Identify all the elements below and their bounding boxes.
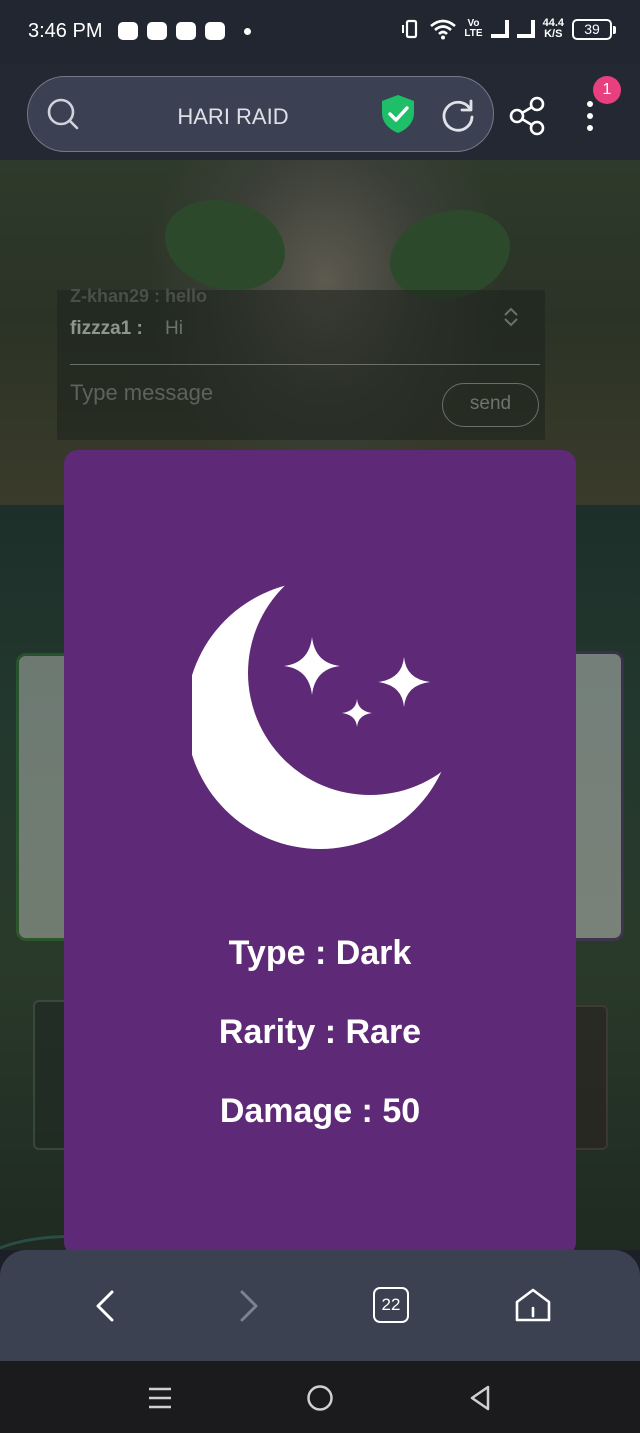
status-bar: 3:46 PM Vo LTE 44.4 K/S 39 xyxy=(0,0,640,64)
card-damage: Damage : 50 xyxy=(219,1092,421,1130)
signal-icon xyxy=(490,20,509,38)
youtube-icon xyxy=(205,22,225,40)
address-bar[interactable]: HARI RAID xyxy=(27,76,494,152)
snapchat-icon xyxy=(176,22,196,40)
chat-panel: Z-khan29 : hello fizzza1 : Hi Type messa… xyxy=(57,286,545,440)
system-status-icons: Vo LTE 44.4 K/S 39 xyxy=(400,17,616,40)
back-icon[interactable] xyxy=(92,1288,118,1324)
game-controller-icon xyxy=(118,22,138,40)
shield-check-icon[interactable] xyxy=(380,94,416,134)
chat-message: Hi xyxy=(165,318,183,339)
chat-username: fizzza1 : xyxy=(70,318,143,339)
battery-indicator: 39 xyxy=(572,18,616,40)
card-type: Type : Dark xyxy=(228,934,412,972)
menu-icon[interactable] xyxy=(580,96,600,136)
card-rarity: Rarity : Rare xyxy=(218,1013,422,1051)
system-navigation-bar xyxy=(0,1361,640,1433)
notification-badge: 1 xyxy=(593,76,621,104)
notification-icons xyxy=(118,22,251,40)
volte-label: Vo LTE xyxy=(464,18,483,39)
chat-divider xyxy=(70,364,540,365)
send-button[interactable]: send xyxy=(442,383,539,427)
more-dot-icon xyxy=(244,27,251,35)
card-details-modal: Type : Dark Rarity : Rare Damage : 50 xyxy=(64,450,576,1256)
tabs-icon[interactable]: 22 xyxy=(373,1287,409,1323)
forward-icon[interactable] xyxy=(236,1288,262,1324)
home-circle-icon[interactable] xyxy=(305,1383,335,1413)
chat-bubble-icon xyxy=(147,22,167,40)
moon-stars-icon xyxy=(192,581,448,849)
share-icon[interactable] xyxy=(508,96,546,136)
reload-icon[interactable] xyxy=(440,97,476,133)
status-time: 3:46 PM xyxy=(28,20,103,42)
signal-icon-2 xyxy=(516,20,535,38)
chevron-updown-icon[interactable] xyxy=(501,306,521,328)
search-icon[interactable] xyxy=(46,97,80,131)
net-speed: 44.4 K/S xyxy=(542,17,564,40)
browser-bottom-nav: 22 xyxy=(0,1250,640,1361)
vibrate-icon xyxy=(402,19,418,39)
wifi-icon xyxy=(430,19,457,40)
recents-icon[interactable] xyxy=(146,1385,174,1411)
chat-message-faded: Z-khan29 : hello xyxy=(70,286,208,306)
home-icon[interactable] xyxy=(514,1286,552,1324)
back-triangle-icon[interactable] xyxy=(467,1383,493,1413)
page-title[interactable]: HARI RAID xyxy=(128,104,338,130)
chat-message-input[interactable]: Type message xyxy=(70,380,213,406)
